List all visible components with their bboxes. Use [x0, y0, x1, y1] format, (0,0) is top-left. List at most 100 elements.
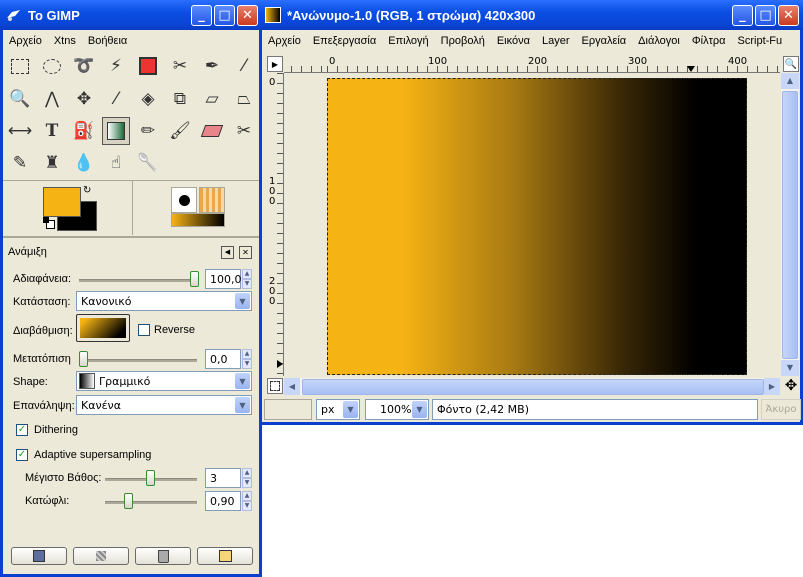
magic-wand-icon[interactable]: ⚡	[102, 52, 130, 80]
vertical-scrollbar[interactable]: ▲ ▼	[781, 73, 799, 376]
magnify-icon[interactable]: 🔍	[6, 85, 34, 113]
menu-edit[interactable]: Επεξεργασία	[307, 35, 382, 47]
zoom-select[interactable]: 100% ▼	[365, 399, 429, 420]
perspective-icon[interactable]: ⏢	[230, 85, 258, 113]
bucket-fill-icon[interactable]: ⛽	[70, 117, 98, 145]
cancel-button[interactable]: Άκυρο	[761, 399, 801, 420]
quick-mask-toggle-icon[interactable]	[267, 378, 283, 394]
menu-tools[interactable]: Εργαλεία	[576, 35, 633, 47]
adaptive-supersampling-checkbox[interactable]: ✓	[16, 449, 28, 461]
color-select-icon[interactable]	[134, 52, 162, 80]
shape-select[interactable]: Γραμμικό ▼	[76, 371, 252, 391]
blend-tool-icon[interactable]	[102, 117, 130, 145]
dodge-burn-icon[interactable]: 🥄	[134, 149, 162, 177]
delete-options-button[interactable]	[135, 547, 191, 565]
color-picker-icon[interactable]: ⁄	[230, 52, 258, 80]
threshold-input[interactable]: 0,90	[205, 491, 241, 511]
blur-icon[interactable]: 💧	[70, 149, 98, 177]
swap-colors-icon[interactable]: ↻	[83, 185, 91, 196]
text-icon[interactable]: T	[38, 117, 66, 145]
horizontal-scroll-thumb[interactable]	[302, 379, 764, 395]
menu-script-fu[interactable]: Script-Fu	[732, 35, 789, 47]
pattern-indicator[interactable]	[199, 187, 225, 213]
eraser-icon[interactable]	[198, 117, 226, 145]
reset-options-button[interactable]	[197, 547, 253, 565]
horizontal-scrollbar[interactable]: ◀ ▶	[284, 378, 780, 395]
opacity-slider-thumb[interactable]	[190, 271, 199, 287]
vertical-ruler[interactable]: 0 1 0 0 2 0 0	[267, 73, 284, 376]
image-menu-button[interactable]: ▶	[267, 56, 283, 72]
dithering-checkbox[interactable]: ✓	[16, 424, 28, 436]
offset-input[interactable]: 0,0	[205, 349, 241, 369]
navigate-icon[interactable]: ✥	[783, 377, 799, 393]
depth-slider-thumb[interactable]	[146, 470, 155, 486]
scroll-right-icon[interactable]: ▶	[764, 378, 780, 395]
offset-spinner[interactable]: ▲ ▼	[242, 349, 252, 369]
fg-color-swatch[interactable]	[43, 187, 81, 217]
paintbrush-icon[interactable]: 🖌	[166, 117, 194, 145]
depth-spinner[interactable]: ▲ ▼	[242, 468, 252, 488]
offset-slider-track[interactable]	[79, 359, 197, 362]
mode-select[interactable]: Κανονικό ▼	[76, 291, 252, 311]
shear-icon[interactable]: ▱	[198, 85, 226, 113]
vertical-scroll-thumb[interactable]	[782, 91, 798, 359]
unit-select[interactable]: px ▼	[316, 399, 360, 420]
dock-menu-icon[interactable]: ◀	[221, 246, 234, 259]
zoom-toggle-icon[interactable]: 🔍	[783, 56, 799, 72]
brush-indicator[interactable]	[171, 187, 197, 213]
maximize-button[interactable]: □	[214, 4, 235, 26]
image-titlebar[interactable]: *Ανώνυμο-1.0 (RGB, 1 στρώμα) 420x300 _ □…	[259, 0, 803, 30]
menu-image[interactable]: Εικόνα	[491, 35, 536, 47]
menu-layer[interactable]: Layer	[536, 35, 576, 47]
opacity-input[interactable]: 100,0	[205, 269, 242, 289]
threshold-slider-track[interactable]	[105, 501, 197, 504]
canvas-area[interactable]	[284, 73, 780, 376]
move-icon[interactable]: ✥	[70, 85, 98, 113]
scroll-down-icon[interactable]: ▼	[781, 360, 799, 376]
flip-icon[interactable]: ⟷	[6, 117, 34, 145]
menu-dialogs[interactable]: Διάλογοι	[632, 35, 686, 47]
ink-icon[interactable]: ✎	[6, 149, 34, 177]
horizontal-ruler[interactable]: 0 100 200 300 400	[284, 56, 780, 73]
repeat-select[interactable]: Κανένα ▼	[76, 395, 252, 415]
restore-options-button[interactable]	[73, 547, 129, 565]
clone-icon[interactable]: ♜	[38, 149, 66, 177]
smudge-icon[interactable]: ☝	[102, 149, 130, 177]
toolbox-titlebar[interactable]: To GIMP _ □ ✕	[0, 0, 262, 30]
menu-help[interactable]: Βοήθεια	[82, 35, 133, 47]
pencil-icon[interactable]: ✏	[134, 117, 162, 145]
image-canvas[interactable]	[327, 78, 747, 375]
lasso-icon[interactable]: ➰	[70, 52, 98, 80]
dock-close-icon[interactable]: ✕	[239, 246, 252, 259]
scroll-left-icon[interactable]: ◀	[284, 378, 300, 395]
offset-slider-thumb[interactable]	[79, 351, 88, 367]
threshold-slider-thumb[interactable]	[124, 493, 133, 509]
menu-select[interactable]: Επιλογή	[382, 35, 434, 47]
scroll-up-icon[interactable]: ▲	[781, 73, 799, 89]
opacity-slider-track[interactable]	[79, 279, 197, 282]
reverse-checkbox[interactable]	[138, 324, 150, 336]
crop-icon[interactable]: ⁄	[102, 85, 130, 113]
default-colors-icon[interactable]	[43, 217, 55, 229]
scissors-icon[interactable]: ✂	[166, 52, 194, 80]
ellipse-select-icon[interactable]	[38, 52, 66, 80]
menu-view[interactable]: Προβολή	[435, 35, 491, 47]
airbrush-icon[interactable]: ✂	[230, 117, 258, 145]
menu-xtns[interactable]: Xtns	[48, 35, 82, 47]
scale-icon[interactable]: ⧉	[166, 85, 194, 113]
menu-file[interactable]: Αρχείο	[3, 35, 48, 47]
maximize-button[interactable]: □	[755, 4, 776, 26]
close-button[interactable]: ✕	[237, 4, 258, 26]
save-options-button[interactable]	[11, 547, 67, 565]
gradient-indicator[interactable]	[171, 213, 225, 227]
rect-select-icon[interactable]	[6, 52, 34, 80]
menu-filters[interactable]: Φίλτρα	[686, 35, 732, 47]
measure-icon[interactable]: ⋀	[38, 85, 66, 113]
rotate-icon[interactable]: ◈	[134, 85, 162, 113]
paths-icon[interactable]: ✒	[198, 52, 226, 80]
menu-file[interactable]: Αρχείο	[262, 35, 307, 47]
minimize-button[interactable]: _	[732, 4, 753, 26]
depth-input[interactable]: 3	[205, 468, 241, 488]
close-button[interactable]: ✕	[778, 4, 799, 26]
gradient-preview-button[interactable]	[76, 314, 130, 342]
